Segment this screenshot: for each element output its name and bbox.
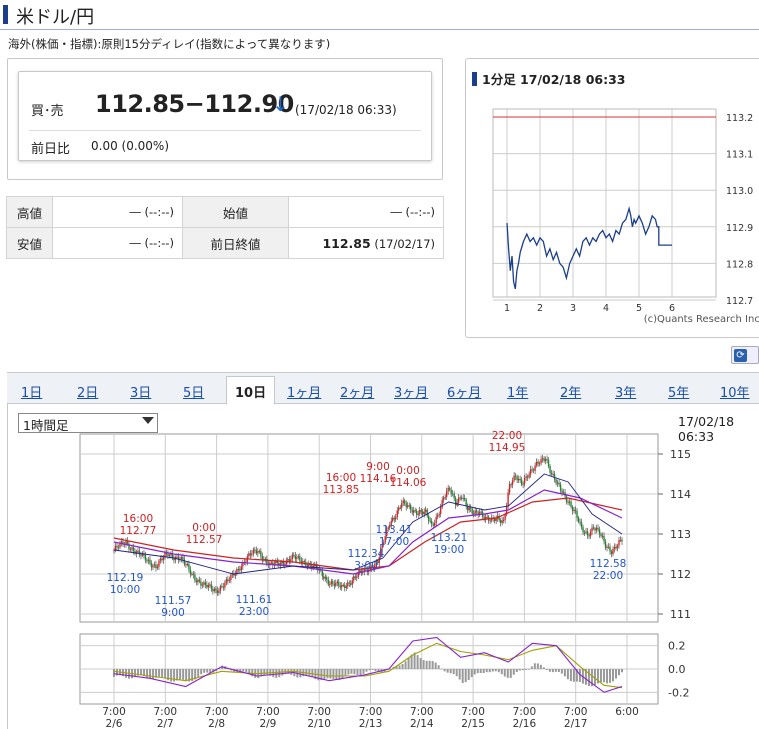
open-value: ― (--:--) (288, 196, 444, 228)
stats-table: 高値 ― (--:--) 始値 ― (--:--) 安値 ― (--:--) 前… (6, 196, 444, 259)
price-card: 買･売 112.85−112.90 ↓ (17/02/18 06:33) 前日比… (18, 71, 432, 161)
chart-timestamp: 17/02/18 06:33 (678, 414, 735, 444)
tab-1[interactable]: 2日 (77, 382, 98, 401)
tab-3[interactable]: 5日 (183, 382, 204, 401)
table-row: 安値 ― (--:--) 前日終値 112.85 (17/02/17) (6, 227, 444, 259)
mini-y-tick: 112.9 (726, 223, 753, 234)
delay-note: 海外(株価・指標):原則15分ディレイ(指数によって異なります) (8, 37, 331, 51)
tab-2[interactable]: 3日 (130, 382, 151, 401)
mini-y-tick: 112.7 (726, 296, 753, 307)
table-row: 高値 ― (--:--) 始値 ― (--:--) (6, 196, 444, 228)
period-tabs: 1日 2日 3日 5日 10日 1ヶ月 2ヶ月 3ヶ月 6ヶ月 1年 2年 3年 5年 10年 (7, 372, 759, 405)
tab-0[interactable]: 1日 (21, 382, 42, 401)
tab-12[interactable]: 5年 (668, 382, 689, 401)
chart-area (7, 404, 759, 729)
intraday-mini-chart: 1分足 17/02/18 06:33 113.2 113.1 113.0 112.9 1… (465, 58, 759, 338)
low-value: ― (--:--) (52, 227, 183, 259)
divider (29, 130, 421, 131)
mini-credit: (c)Quants Research Inc. (644, 314, 759, 325)
tab-13[interactable]: 10年 (720, 382, 750, 401)
mini-y-tick: 113.0 (726, 186, 753, 197)
bid-ask-label: 買･売 (31, 104, 64, 119)
tab-6[interactable]: 2ヶ月 (340, 382, 374, 401)
header-accent-bar (3, 5, 8, 24)
mini-y-tick: 113.1 (726, 150, 753, 161)
mini-x-tick: 3 (570, 303, 576, 314)
prev-close-value: 112.85 (322, 235, 371, 251)
mini-y-tick: 112.8 (726, 259, 753, 270)
interval-select-value: 1時間足 (23, 418, 69, 433)
tab-8[interactable]: 6ヶ月 (447, 382, 481, 401)
bid-ask-value: 112.85−112.90 (95, 90, 294, 118)
chevron-down-icon (142, 417, 154, 424)
tab-7[interactable]: 3ヶ月 (394, 382, 428, 401)
page-title: 米ドル/円 (16, 7, 95, 28)
tab-11[interactable]: 3年 (615, 382, 636, 401)
mini-x-tick: 4 (603, 303, 609, 314)
high-value: ― (--:--) (52, 196, 183, 228)
interval-select[interactable]: 1時間足 (18, 413, 158, 433)
open-label: 始値 (182, 196, 289, 228)
mini-plot-frame (492, 108, 717, 298)
change-label: 前日比 (31, 142, 71, 157)
tab-10[interactable]: 2年 (560, 382, 581, 401)
low-label: 安値 (6, 227, 53, 259)
tab-9[interactable]: 1年 (507, 382, 528, 401)
refresh-icon: ⟳ (734, 349, 747, 362)
page-header: 米ドル/円 (0, 0, 759, 30)
high-label: 高値 (6, 196, 53, 228)
mini-x-tick: 6 (669, 303, 675, 314)
tab-4[interactable]: 10日 (226, 376, 276, 405)
mini-y-tick: 113.2 (726, 113, 753, 124)
tab-5[interactable]: 1ヶ月 (287, 382, 321, 401)
refresh-button[interactable]: ⟳ (731, 346, 759, 364)
down-arrow-icon: ↓ (272, 92, 289, 116)
prev-close-label: 前日終値 (182, 227, 289, 259)
mini-x-tick: 5 (636, 303, 642, 314)
prev-close-cell: 112.85 (17/02/17) (288, 227, 444, 259)
mini-chart-plot: 113.2 113.1 113.0 112.9 112.8 112.7 1 2 3 4 5 6(c)Q… (492, 108, 759, 325)
mini-x-tick: 2 (537, 303, 543, 314)
change-value: 0.00 (0.00%) (91, 139, 170, 153)
prev-close-date: (17/02/17) (370, 236, 435, 251)
price-panel: 買･売 112.85−112.90 ↓ (17/02/18 06:33) 前日比… (7, 58, 443, 180)
mini-x-tick: 1 (504, 303, 510, 314)
price-time: (17/02/18 06:33) (295, 103, 397, 117)
